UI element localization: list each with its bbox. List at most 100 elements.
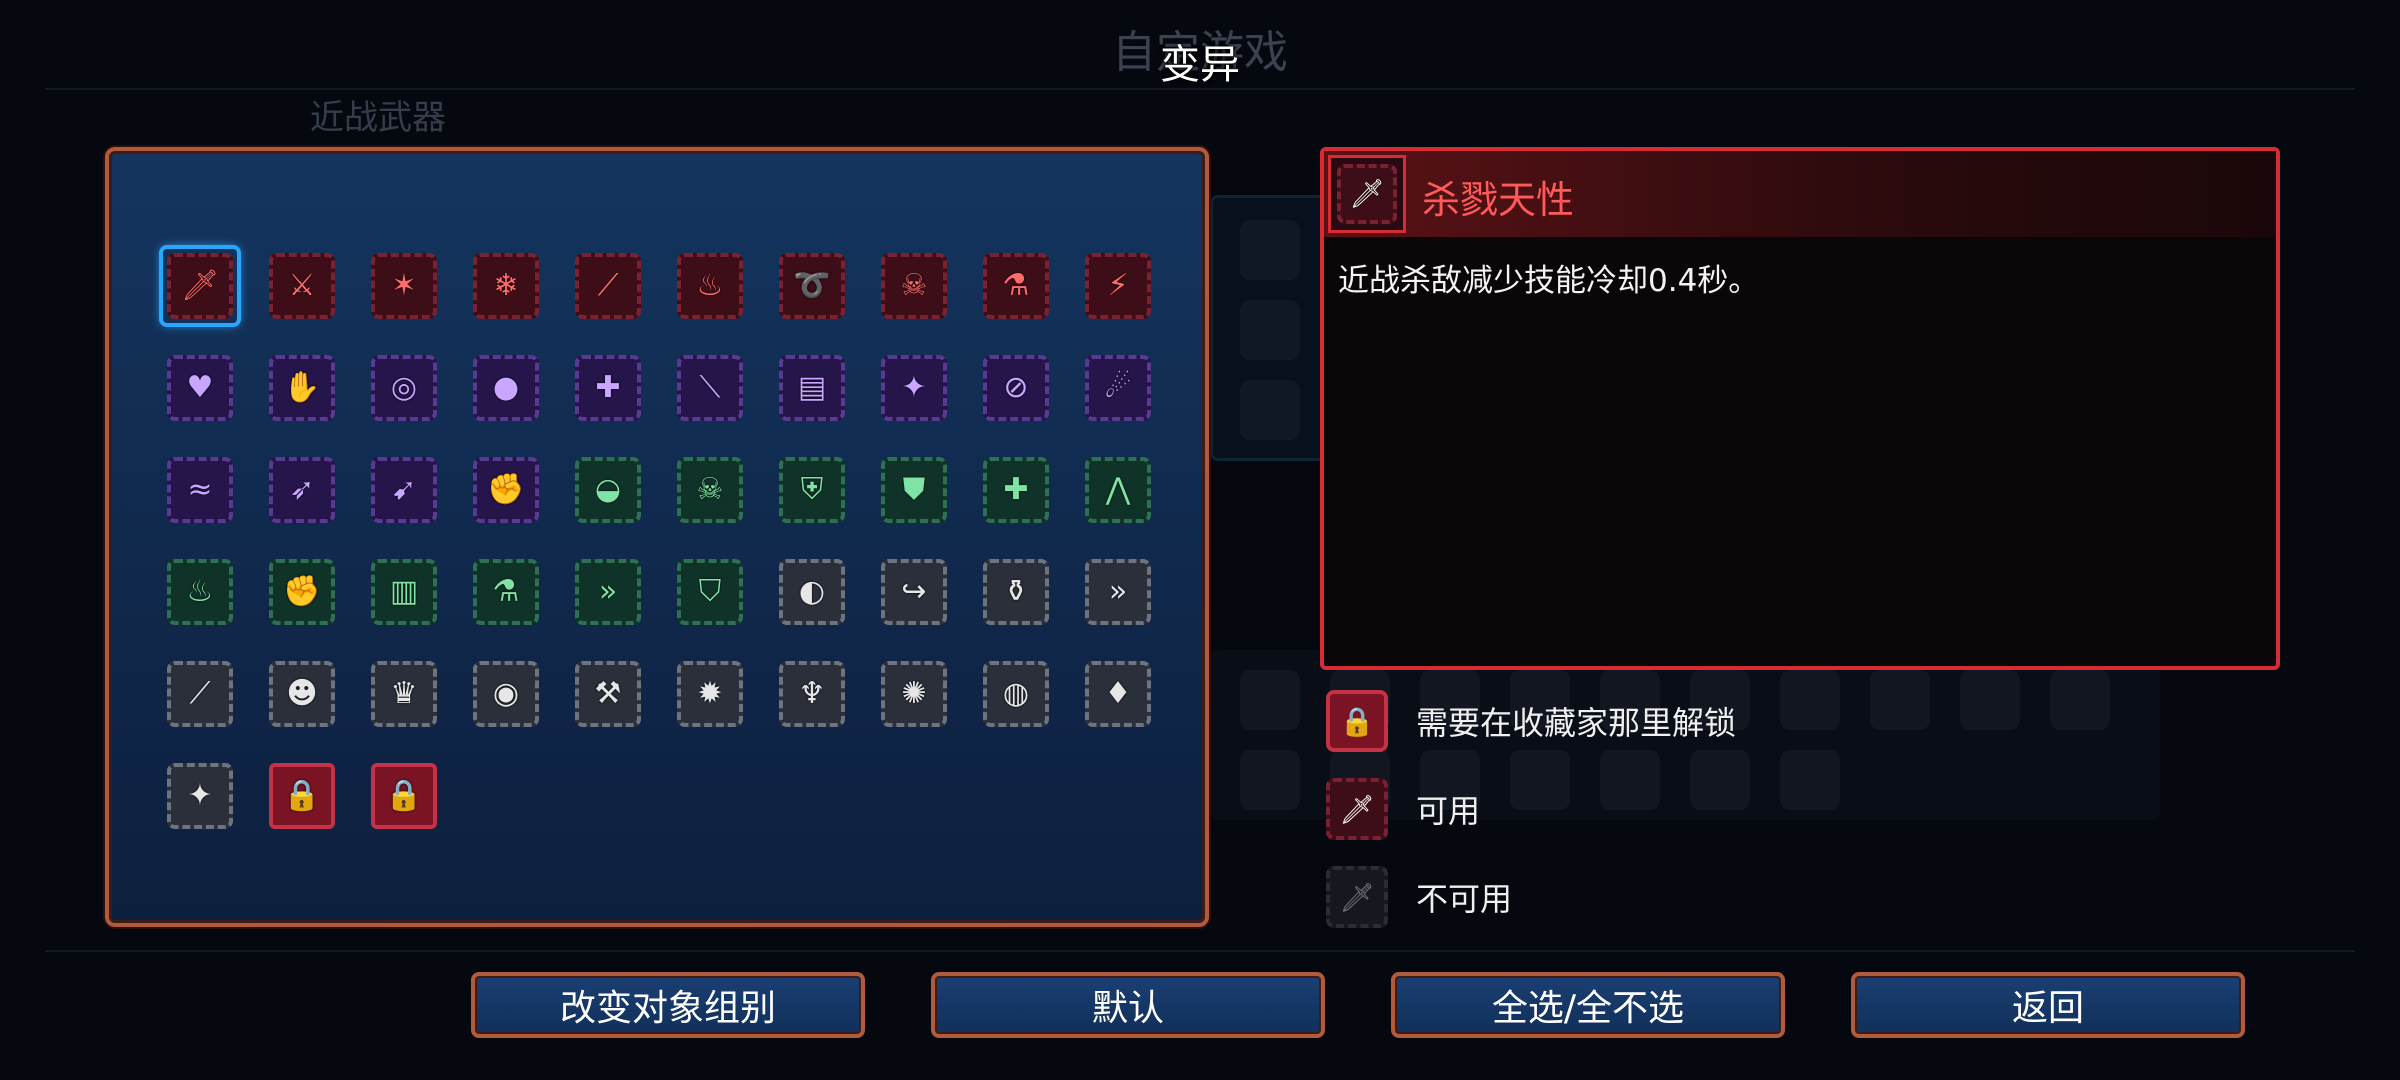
mutation-slot[interactable]: ⛉ xyxy=(671,553,749,631)
mutation-slot[interactable]: ⟋ xyxy=(161,655,239,733)
mutation-slot[interactable]: ≈ xyxy=(161,451,239,529)
mutation-slot[interactable]: ◒ xyxy=(569,451,647,529)
mutation-slot[interactable]: 🔒 xyxy=(263,757,341,835)
grab-icon: ✋ xyxy=(269,355,335,421)
mutation-slot[interactable]: ⚡ xyxy=(1079,247,1157,325)
shield-gauntlet-icon: ⛉ xyxy=(677,559,743,625)
mutation-slot[interactable]: ✹ xyxy=(671,655,749,733)
legend-locked: 🔒 需要在收藏家那里解锁 xyxy=(1326,690,1736,752)
mutation-slot[interactable]: ✚ xyxy=(569,349,647,427)
mutation-slot[interactable]: ↪ xyxy=(875,553,953,631)
change-group-button[interactable]: 改变对象组别 xyxy=(471,972,865,1038)
toggle-all-button[interactable]: 全选/全不选 xyxy=(1391,972,1785,1038)
mutation-slot[interactable]: ▤ xyxy=(773,349,851,427)
scythe-ice-icon: ❄ xyxy=(473,253,539,319)
mutation-slot[interactable]: ☠ xyxy=(671,451,749,529)
mutation-glyph: ➶ xyxy=(289,472,315,507)
scroll-icon: ▤ xyxy=(779,355,845,421)
mutation-slot[interactable]: 🔒 xyxy=(365,757,443,835)
mutation-glyph: ✦ xyxy=(187,778,213,813)
mutation-slot[interactable]: ⚗ xyxy=(467,553,545,631)
mutation-glyph: ⛊ xyxy=(902,472,926,507)
mutation-glyph: ⚔ xyxy=(288,268,316,303)
background-ghost-icon xyxy=(1870,670,1930,730)
mutation-slot[interactable]: ⛨ xyxy=(773,451,851,529)
orange-flask-icon: ⚱ xyxy=(983,559,1049,625)
mutation-slot[interactable]: ♦ xyxy=(1079,655,1157,733)
mutation-glyph: ⚒ xyxy=(594,676,622,711)
back-button[interactable]: 返回 xyxy=(1851,972,2245,1038)
background-ghost-icon xyxy=(1690,750,1750,810)
mutation-slot[interactable]: ➶ xyxy=(263,451,341,529)
mutation-glyph: ✶ xyxy=(391,268,417,303)
mutation-slot[interactable]: » xyxy=(1079,553,1157,631)
mutation-slot[interactable]: ♨ xyxy=(671,247,749,325)
mutation-slot[interactable]: ⟋ xyxy=(569,247,647,325)
mutation-slot[interactable]: ✊ xyxy=(263,553,341,631)
mutation-slot[interactable]: ☠ xyxy=(875,247,953,325)
mutation-glyph: ⋀ xyxy=(1105,472,1131,507)
ring-icon: ◎ xyxy=(371,355,437,421)
mutation-slot[interactable]: ✦ xyxy=(875,349,953,427)
bow-icon: ➹ xyxy=(371,457,437,523)
dialog-title: 变异 xyxy=(1160,42,1240,88)
mutation-glyph: ⊘ xyxy=(1003,370,1029,405)
background-ghost-icon xyxy=(1600,750,1660,810)
mutation-slot[interactable]: ✚ xyxy=(977,451,1055,529)
mutation-slot[interactable]: ✺ xyxy=(875,655,953,733)
mutation-slot[interactable]: ♛ xyxy=(365,655,443,733)
sun-burst-icon: ✹ xyxy=(677,661,743,727)
wind-icon: ≈ xyxy=(167,457,233,523)
background-ghost-icon xyxy=(1240,670,1300,730)
red-crystal-icon: ♦ xyxy=(1085,661,1151,727)
mutation-glyph: ⚱ xyxy=(1003,574,1029,609)
whip-icon: ➰ xyxy=(779,253,845,319)
gauntlet-arrow-icon: ✊ xyxy=(473,457,539,523)
mutation-slot[interactable]: ⋀ xyxy=(1079,451,1157,529)
mutation-slot[interactable]: ➹ xyxy=(365,451,443,529)
mutation-glyph: ⚗ xyxy=(492,574,520,609)
mutation-glyph: ✺ xyxy=(901,676,927,711)
mutation-slot[interactable]: ✶ xyxy=(365,247,443,325)
mutation-slot[interactable]: ✦ xyxy=(161,757,239,835)
mutation-slot[interactable]: ☄ xyxy=(1079,349,1157,427)
blue-flask-icon: ⚗ xyxy=(983,253,1049,319)
mutation-slot[interactable]: ♥ xyxy=(161,349,239,427)
mutation-slot[interactable]: ◍ xyxy=(977,655,1055,733)
mutation-slot[interactable]: ✋ xyxy=(263,349,341,427)
mutation-slot[interactable]: ⊘ xyxy=(977,349,1055,427)
mutation-slot[interactable]: » xyxy=(569,553,647,631)
background-ghost-icon xyxy=(1780,750,1840,810)
mutation-slot[interactable]: ✊ xyxy=(467,451,545,529)
mutation-glyph: ✹ xyxy=(697,676,723,711)
mutation-slot[interactable]: ☻ xyxy=(263,655,341,733)
mutation-slot[interactable]: ▥ xyxy=(365,553,443,631)
mutation-slot[interactable]: ◎ xyxy=(365,349,443,427)
mutation-detail-panel: 🗡 杀戮天性 近战杀敌减少技能冷却0.4秒。 xyxy=(1320,147,2280,670)
mutation-slot[interactable]: ◐ xyxy=(773,553,851,631)
mutation-slot[interactable]: ➰ xyxy=(773,247,851,325)
mutation-slot[interactable]: ● xyxy=(467,349,545,427)
torch-icon: ♨ xyxy=(167,559,233,625)
mutation-slot[interactable]: 🗡 xyxy=(159,245,241,327)
mutation-slot[interactable]: ⚗ xyxy=(977,247,1055,325)
mutation-slot[interactable]: ♨ xyxy=(161,553,239,631)
mutation-glyph: ✚ xyxy=(595,370,621,405)
star-spark-icon: ✦ xyxy=(167,763,233,829)
default-button[interactable]: 默认 xyxy=(931,972,1325,1038)
mutation-slot[interactable]: ⚔ xyxy=(263,247,341,325)
mutation-slot[interactable]: ❄ xyxy=(467,247,545,325)
mutation-slot[interactable]: ⚒ xyxy=(569,655,647,733)
mutation-slot[interactable]: ◉ xyxy=(467,655,545,733)
egg-potion-icon: ◒ xyxy=(575,457,641,523)
drumstick-icon: ♆ xyxy=(779,661,845,727)
mutation-glyph: ♥ xyxy=(186,370,214,405)
mutation-slot[interactable]: ⚱ xyxy=(977,553,1055,631)
mutation-slot[interactable]: ⛊ xyxy=(875,451,953,529)
target-icon: ✚ xyxy=(575,355,641,421)
mutation-glyph: » xyxy=(598,574,618,609)
mutation-slot[interactable]: ♆ xyxy=(773,655,851,733)
mutation-slot[interactable]: ⟍ xyxy=(671,349,749,427)
sword-icon: 🗡 xyxy=(1328,155,1406,233)
mutation-glyph: ⛨ xyxy=(800,472,824,507)
